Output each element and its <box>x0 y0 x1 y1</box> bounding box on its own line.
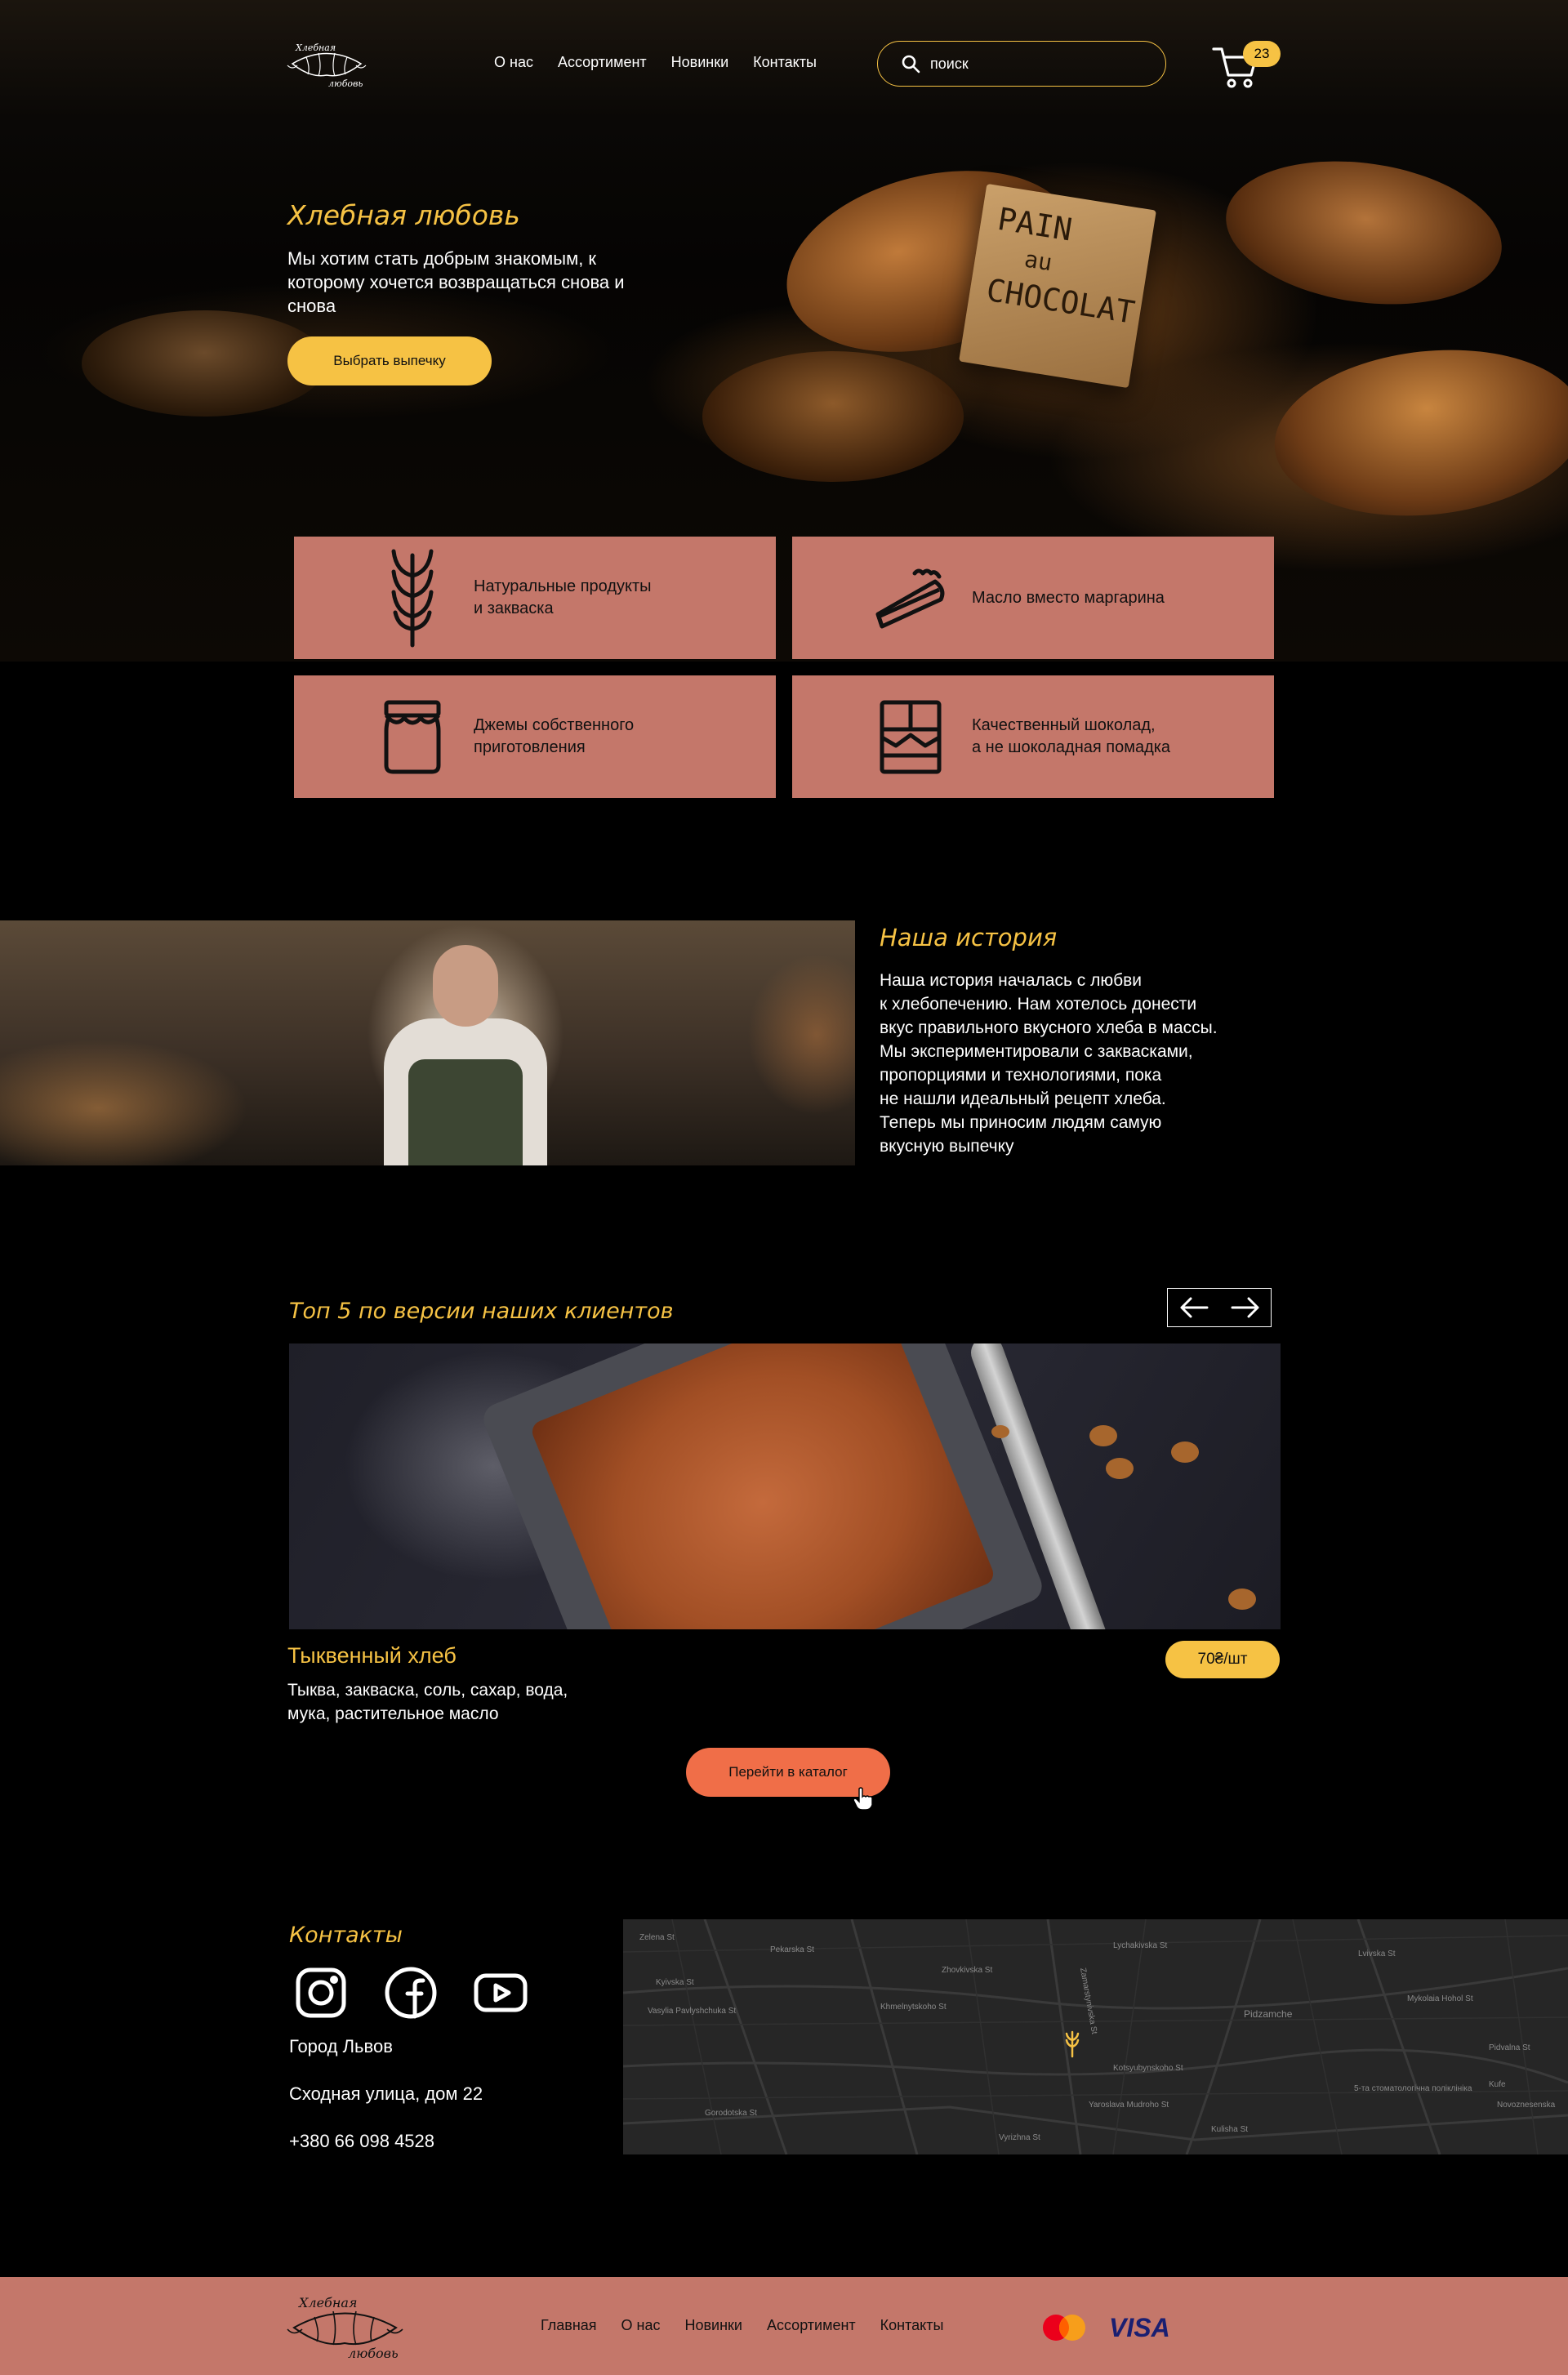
map-label: Pidvalna St <box>1489 2043 1530 2052</box>
feature-card: Натуральные продукты и закваска <box>294 537 776 659</box>
arrow-right-icon[interactable] <box>1229 1295 1262 1320</box>
price-badge: 70₴/шт <box>1165 1641 1280 1678</box>
story-title: Наша история <box>880 924 1058 951</box>
footer-logo[interactable]: Хлебная любовь <box>286 2291 404 2361</box>
footer-nav-home[interactable]: Главная <box>541 2317 597 2334</box>
feature-text: Натуральные продукты и закваска <box>474 577 652 617</box>
product-name: Тыквенный хлеб <box>287 1643 457 1668</box>
chocolate-icon <box>866 684 956 790</box>
map-marker-wheat-icon[interactable] <box>1065 2030 1080 2058</box>
search-icon <box>902 55 920 74</box>
map-label: Vasylia Pavlyshchuka St <box>648 2007 736 2016</box>
feature-text: Джемы собственного приготовления <box>474 716 635 756</box>
map-label: Lvivska St <box>1358 1949 1396 1958</box>
feature-card: Джемы собственного приготовления <box>294 675 776 798</box>
croissant-image <box>1216 145 1512 321</box>
footer-nav-new[interactable]: Новинки <box>684 2317 742 2334</box>
map-label: Zelena St <box>639 1933 675 1942</box>
search-box[interactable] <box>877 41 1166 87</box>
pie-icon <box>866 545 956 651</box>
logo-text: Хлебная <box>295 42 336 53</box>
map-label: Pekarska St <box>770 1945 814 1954</box>
story-photo <box>0 920 855 1165</box>
contact-phone[interactable]: +380 66 098 4528 <box>289 2131 434 2152</box>
hero-section: PAIN au CHOCOLAT <box>0 0 1568 662</box>
croissant-image <box>1266 335 1568 531</box>
logo-text: Хлебная <box>297 2295 357 2310</box>
nav-about[interactable]: О нас <box>494 54 533 71</box>
top5-title: Топ 5 по версии наших клиентов <box>289 1299 674 1324</box>
youtube-icon[interactable] <box>472 1964 529 2021</box>
footer-nav-assortment[interactable]: Ассортимент <box>767 2317 856 2334</box>
visa-logo: VISA <box>1109 2313 1170 2342</box>
logo[interactable]: Хлебная любовь <box>286 39 368 89</box>
feature-card: Качественный шоколад, а не шоколадная по… <box>792 675 1274 798</box>
product-description: Тыква, закваска, соль, сахар, вода, мука… <box>287 1681 568 1723</box>
footer-nav-about[interactable]: О нас <box>621 2317 661 2334</box>
story-text: Наша история началась с любви к хлебопеч… <box>880 971 1218 1156</box>
footer-nav-contacts[interactable]: Контакты <box>880 2317 944 2334</box>
instagram-icon[interactable] <box>292 1964 350 2021</box>
carousel-controls <box>1167 1288 1272 1327</box>
map-label: Yaroslava Mudroho St <box>1089 2101 1169 2110</box>
map-label: Khmelnytskoho St <box>880 2003 947 2012</box>
facebook-icon[interactable] <box>382 1964 439 2021</box>
jam-jar-icon <box>368 684 457 790</box>
hero-title: Хлебная любовь <box>287 199 520 231</box>
map-label: 5-та стоматологічна поліклініка <box>1354 2084 1472 2093</box>
search-input[interactable] <box>930 55 1134 73</box>
contact-city: Город Львов <box>289 2036 393 2056</box>
hand-cursor-icon <box>853 1787 873 1811</box>
nav-assortment[interactable]: Ассортимент <box>558 54 647 71</box>
logo-text: любовь <box>348 2346 399 2360</box>
logo-text: любовь <box>328 78 363 88</box>
mastercard-icon <box>1041 2313 1087 2342</box>
arrow-left-icon[interactable] <box>1178 1295 1210 1320</box>
feature-text: Качественный шоколад, а не шоколадная по… <box>972 716 1171 756</box>
map-label: Kufe <box>1489 2080 1506 2089</box>
contacts-title: Контакты <box>289 1923 403 1948</box>
choose-pastry-button[interactable]: Выбрать выпечку <box>287 336 492 385</box>
map-label: Gorodotska St <box>705 2109 757 2118</box>
feature-card: Масло вместо маргарина <box>792 537 1274 659</box>
croissant-image <box>702 351 964 482</box>
hero-text: Мы хотим стать добрым знакомым, к которо… <box>287 248 625 316</box>
map-label: Novoznesenska <box>1497 2101 1556 2110</box>
nav-contacts[interactable]: Контакты <box>753 54 817 71</box>
map[interactable]: Zelena St Pekarska St Kyivska St Zhovkiv… <box>623 1919 1568 2154</box>
cart-count-badge: 23 <box>1243 41 1281 67</box>
map-label: Vyrizhna St <box>999 2133 1040 2142</box>
main-nav: О нас Ассортимент Новинки Контакты <box>494 54 817 71</box>
map-label: Zamarstynivska St <box>1078 1967 1098 2035</box>
map-label: Lychakivska St <box>1113 1941 1168 1950</box>
map-label: Kyivska St <box>656 1978 694 1987</box>
contact-address: Сходная улица, дом 22 <box>289 2083 483 2104</box>
feature-text: Масло вместо маргарина <box>972 588 1165 607</box>
map-label: Kotsyubynskoho St <box>1113 2064 1183 2073</box>
nav-new[interactable]: Новинки <box>671 54 729 71</box>
wheat-icon <box>368 545 457 651</box>
map-label: Kulisha St <box>1211 2125 1248 2134</box>
map-label: Mykolaia Hohol St <box>1407 1994 1473 2003</box>
footer-nav: Главная О нас Новинки Ассортимент Контак… <box>541 2317 943 2334</box>
map-label: Zhovkivska St <box>942 1966 992 1975</box>
map-label: Pidzamche <box>1244 2008 1293 2020</box>
pain-au-chocolat-sign: PAIN au CHOCOLAT <box>959 183 1156 389</box>
product-photo <box>289 1343 1281 1629</box>
